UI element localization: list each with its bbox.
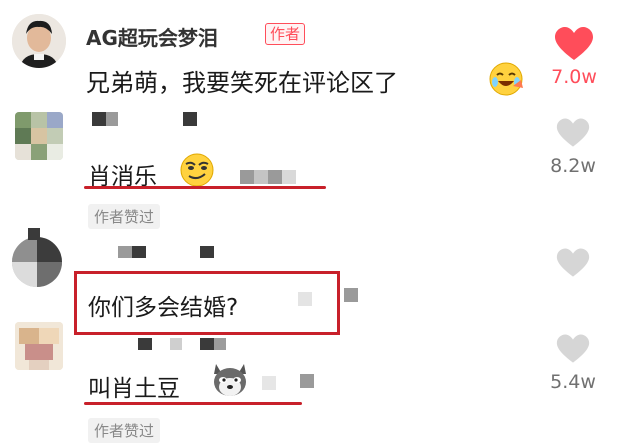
reply3-username-mosaic (170, 338, 182, 350)
reply3-username-mosaic (138, 338, 152, 350)
reply3-like-count: 5.4w (550, 371, 596, 393)
laughing-crying-emoji-icon (489, 62, 523, 96)
author-badge: 作者 (265, 23, 306, 45)
reply1-username-mosaic (183, 112, 197, 126)
reply1-text-mosaic (240, 170, 254, 184)
mosaic-block (47, 144, 63, 160)
mosaic-block (15, 112, 31, 128)
reply2-avatar-image (12, 237, 62, 287)
reply1-avatar[interactable] (15, 112, 63, 160)
reply2-username-mosaic (132, 246, 146, 258)
top-comment-like-count: 7.0w (551, 66, 597, 88)
reply3-text-mosaic (300, 374, 314, 388)
reply3-text: 叫肖土豆 (88, 376, 180, 402)
reply3-avatar[interactable] (15, 322, 63, 370)
author-avatar-image (12, 14, 66, 68)
heart-outline-icon[interactable] (556, 118, 590, 148)
reply1-author-liked-tag: 作者赞过 (88, 204, 161, 229)
husky-dog-emoji-icon (214, 364, 246, 396)
mosaic-block (31, 112, 47, 128)
mosaic-block (31, 128, 47, 144)
reply2-username-mosaic (28, 228, 40, 240)
reply2-username-mosaic (200, 246, 214, 258)
heart-outline-icon[interactable] (556, 334, 590, 364)
reply3-avatar-image (15, 322, 63, 370)
author-username[interactable]: AG超玩会梦泪 (86, 22, 218, 51)
reply1-annotation-underline (84, 186, 326, 189)
mosaic-block (31, 144, 47, 160)
reply3-author-liked-tag: 作者赞过 (88, 418, 161, 443)
author-avatar[interactable] (12, 14, 66, 68)
reply2-avatar[interactable] (12, 237, 62, 287)
mosaic-block (15, 128, 31, 144)
reply1-username-mosaic (92, 112, 106, 126)
reply1-text-mosaic (268, 170, 282, 184)
reply3-text-mosaic (262, 376, 276, 390)
reply3-username-mosaic (200, 338, 214, 350)
reply2-text-mosaic (344, 288, 358, 302)
reply3-annotation-underline (84, 402, 302, 405)
heart-outline-icon[interactable] (556, 248, 590, 278)
reply1-username-mosaic (106, 112, 118, 126)
mosaic-block (15, 144, 31, 160)
reply2-username-mosaic (118, 246, 132, 258)
reply1-like-count: 8.2w (550, 155, 596, 177)
reply1-text-mosaic (282, 170, 296, 184)
smirk-emoji-icon (180, 153, 214, 187)
liked-heart-icon[interactable] (554, 27, 594, 61)
reply3-username-mosaic (214, 338, 226, 350)
reply2-annotation-box (74, 271, 340, 335)
mosaic-block (47, 112, 63, 128)
mosaic-block (47, 128, 63, 144)
reply1-text-mosaic (254, 170, 268, 184)
top-comment-text: 兄弟萌，我要笑死在评论区了 (86, 69, 398, 97)
